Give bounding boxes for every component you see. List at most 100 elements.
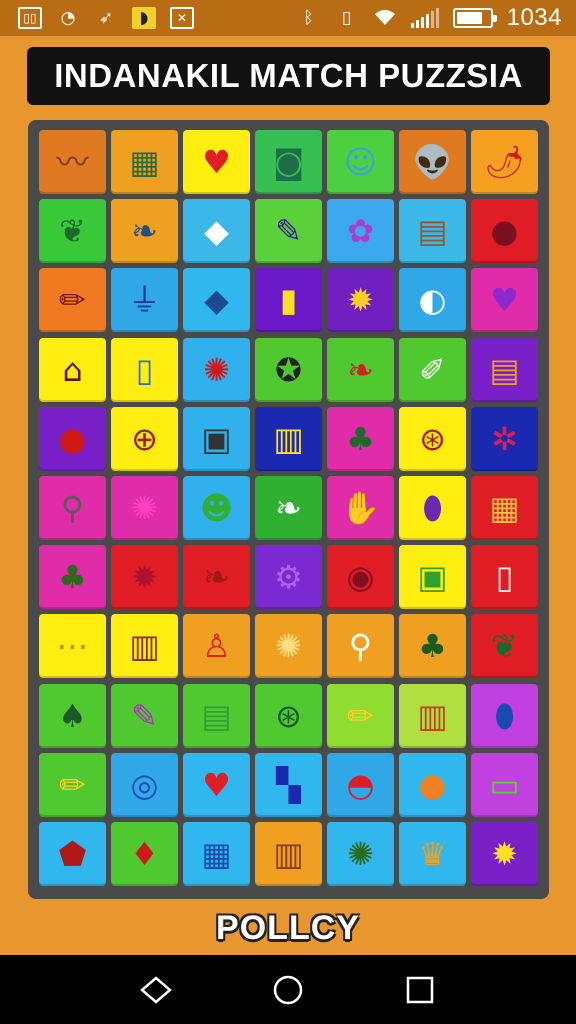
tile-5-2[interactable]: ☻ <box>183 476 250 540</box>
shield-icon: ⬟ <box>58 835 87 873</box>
tile-7-4[interactable]: ⚲ <box>327 614 394 679</box>
tile-5-3[interactable]: ❧ <box>255 476 322 540</box>
tile-8-0[interactable]: ♠ <box>39 683 106 748</box>
tile-8-1[interactable]: ✎ <box>111 683 178 748</box>
tile-10-1[interactable]: ♦ <box>111 822 178 886</box>
tile-5-0[interactable]: ⚲ <box>39 476 106 540</box>
tile-6-2[interactable]: ❧ <box>183 545 250 610</box>
tile-1-0[interactable]: ❦ <box>39 199 106 264</box>
game-title: INDANAKIL MATCH PUZZSIA <box>54 57 523 94</box>
book-icon: ▤ <box>417 212 448 251</box>
chili-icon: 🌶 <box>484 143 525 181</box>
tile-9-2[interactable]: ♥ <box>183 752 250 817</box>
tile-9-4[interactable]: ◓ <box>327 752 394 817</box>
status-left: ▯▯ ◔ ➶ ◗ ✕ <box>18 7 194 29</box>
tile-8-3[interactable]: ⊛ <box>255 683 322 748</box>
tile-0-4[interactable]: ☺ <box>327 130 394 194</box>
tile-0-0[interactable]: 〰 <box>39 130 106 194</box>
tile-4-2[interactable]: ▣ <box>183 406 250 471</box>
flower-icon: ✿ <box>347 212 374 251</box>
tile-4-4[interactable]: ♣ <box>327 406 394 471</box>
tile-6-1[interactable]: ✹ <box>111 545 178 610</box>
tile-0-2[interactable]: ♥ <box>183 130 250 194</box>
tile-10-5[interactable]: ♛ <box>399 822 466 886</box>
tile-4-5[interactable]: ⊛ <box>399 406 466 471</box>
splash-icon: ✺ <box>131 489 158 527</box>
tile-0-3[interactable]: ◙ <box>255 130 322 194</box>
star-icon: ✹ <box>347 281 374 320</box>
tile-9-6[interactable]: ▭ <box>471 752 538 817</box>
tile-5-4[interactable]: ✋ <box>327 476 394 540</box>
tile-7-3[interactable]: ✺ <box>255 614 322 679</box>
tile-2-1[interactable]: ⏚ <box>111 268 178 333</box>
tile-6-5[interactable]: ▣ <box>399 545 466 610</box>
tile-3-6[interactable]: ▤ <box>471 337 538 402</box>
tile-5-6[interactable]: ▦ <box>471 476 538 540</box>
tile-6-6[interactable]: ▯ <box>471 545 538 610</box>
tile-10-6[interactable]: ✹ <box>471 822 538 886</box>
tile-9-1[interactable]: ◎ <box>111 752 178 817</box>
tile-10-4[interactable]: ✺ <box>327 822 394 886</box>
heart-icon: ♥ <box>490 281 519 320</box>
tile-3-5[interactable]: ✐ <box>399 337 466 402</box>
tile-2-6[interactable]: ♥ <box>471 268 538 333</box>
tile-3-2[interactable]: ✺ <box>183 337 250 402</box>
tile-9-5[interactable]: ● <box>399 752 466 817</box>
tile-2-5[interactable]: ◐ <box>399 268 466 333</box>
tile-3-1[interactable]: ▯ <box>111 337 178 402</box>
tile-4-1[interactable]: ⊕ <box>111 406 178 471</box>
tile-2-3[interactable]: ▮ <box>255 268 322 333</box>
bottom-label[interactable]: POLLCY <box>216 909 360 948</box>
tile-2-0[interactable]: ✏ <box>39 268 106 333</box>
tile-7-1[interactable]: ▥ <box>111 614 178 679</box>
tile-6-0[interactable]: ♣ <box>39 545 106 610</box>
tile-1-2[interactable]: ◆ <box>183 199 250 264</box>
app-icon: ◗ <box>132 7 156 29</box>
tile-5-5[interactable]: ⬮ <box>399 476 466 540</box>
tile-10-3[interactable]: ▥ <box>255 822 322 886</box>
tile-4-3[interactable]: ▥ <box>255 406 322 471</box>
tile-0-1[interactable]: ▦ <box>111 130 178 194</box>
tile-8-5[interactable]: ▥ <box>399 683 466 748</box>
bluetooth-icon: ᛒ <box>303 8 314 28</box>
tile-6-3[interactable]: ⚙ <box>255 545 322 610</box>
crayon-icon: ✏ <box>59 765 86 804</box>
tile-5-1[interactable]: ✺ <box>111 476 178 540</box>
tile-4-6[interactable]: ✲ <box>471 406 538 471</box>
star-badge-icon: ✪ <box>275 350 302 389</box>
tile-9-0[interactable]: ✏ <box>39 752 106 817</box>
tile-9-3[interactable]: ▚ <box>255 752 322 817</box>
vibrate-icon: ▯ <box>341 8 352 28</box>
recents-icon[interactable] <box>400 970 440 1010</box>
tile-4-0[interactable]: ● <box>39 406 106 471</box>
card-icon: ▣ <box>417 558 448 597</box>
tile-1-4[interactable]: ✿ <box>327 199 394 264</box>
door-icon: ▥ <box>129 627 160 666</box>
tile-3-4[interactable]: ❧ <box>327 337 394 402</box>
tile-2-2[interactable]: ◆ <box>183 268 250 333</box>
back-icon[interactable] <box>136 970 176 1010</box>
tile-7-5[interactable]: ♣ <box>399 614 466 679</box>
tile-10-2[interactable]: ▦ <box>183 822 250 886</box>
wifi-icon <box>373 7 397 29</box>
tile-0-5[interactable]: 👽 <box>399 130 466 194</box>
tile-6-4[interactable]: ◉ <box>327 545 394 610</box>
tile-7-0[interactable]: ⋯ <box>39 614 106 679</box>
tile-1-5[interactable]: ▤ <box>399 199 466 264</box>
tile-8-2[interactable]: ▤ <box>183 683 250 748</box>
tile-3-0[interactable]: ⌂ <box>39 337 106 402</box>
tile-1-3[interactable]: ✎ <box>255 199 322 264</box>
tile-1-6[interactable]: ● <box>471 199 538 264</box>
heart-icon: ♥ <box>202 765 231 804</box>
tile-8-6[interactable]: ⬮ <box>471 683 538 748</box>
tile-7-6[interactable]: ❦ <box>471 614 538 679</box>
tile-10-0[interactable]: ⬟ <box>39 822 106 886</box>
tile-3-3[interactable]: ✪ <box>255 337 322 402</box>
tile-8-4[interactable]: ✏ <box>327 683 394 748</box>
home-icon[interactable] <box>268 970 308 1010</box>
tile-1-1[interactable]: ❧ <box>111 199 178 264</box>
tile-2-4[interactable]: ✹ <box>327 268 394 333</box>
tile-0-6[interactable]: 🌶 <box>471 130 538 194</box>
crate-icon: ▥ <box>417 696 448 735</box>
tile-7-2[interactable]: ♙ <box>183 614 250 679</box>
